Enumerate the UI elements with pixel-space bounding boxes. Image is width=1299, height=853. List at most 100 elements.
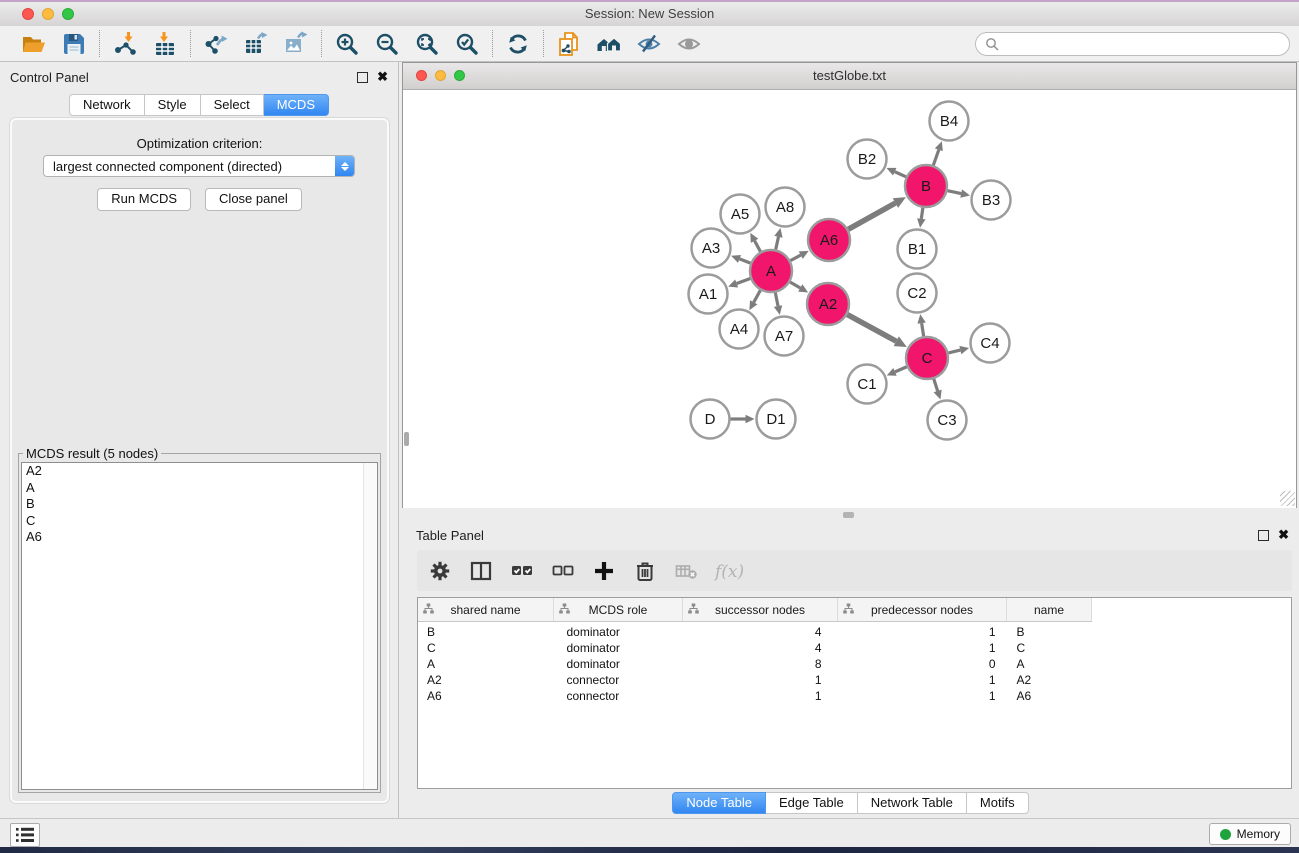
float-table-panel-button[interactable] xyxy=(1258,530,1269,541)
graph-edge-A-A4[interactable] xyxy=(749,290,760,310)
graph-edge-D-D1[interactable] xyxy=(731,415,755,424)
close-panel-button[interactable]: ✖ xyxy=(377,72,388,82)
zoom-selected-button[interactable] xyxy=(451,29,483,59)
select-all-button[interactable] xyxy=(507,557,537,585)
graph-node-B4[interactable]: B4 xyxy=(930,102,969,141)
column-header-MCDS-role[interactable]: MCDS role xyxy=(554,598,683,622)
column-header-successor-nodes[interactable]: successor nodes xyxy=(683,598,838,622)
save-session-button[interactable] xyxy=(58,29,90,59)
result-list-scrollbar[interactable] xyxy=(363,463,377,789)
graph-node-C1[interactable]: C1 xyxy=(848,365,887,404)
graph-edge-A2-C[interactable] xyxy=(847,315,906,347)
graph-node-A4[interactable]: A4 xyxy=(720,310,759,349)
graph-node-C[interactable]: C xyxy=(906,337,948,379)
tab-motifs[interactable]: Motifs xyxy=(967,792,1029,814)
graph-node-A1[interactable]: A1 xyxy=(689,275,728,314)
delete-table-button-disabled[interactable] xyxy=(671,557,701,585)
graph-edge-C-C1[interactable] xyxy=(887,367,907,376)
delete-column-button[interactable] xyxy=(630,557,660,585)
graph-node-A7[interactable]: A7 xyxy=(765,317,804,356)
show-panels-button[interactable] xyxy=(673,29,705,59)
graph-node-B2[interactable]: B2 xyxy=(848,140,887,179)
graph-node-B3[interactable]: B3 xyxy=(972,181,1011,220)
graph-node-C3[interactable]: C3 xyxy=(928,401,967,440)
float-panel-button[interactable] xyxy=(357,72,368,83)
result-item[interactable]: A6 xyxy=(22,529,377,546)
close-table-panel-button[interactable]: ✖ xyxy=(1278,530,1289,540)
hide-panels-button[interactable] xyxy=(633,29,665,59)
graph-node-A3[interactable]: A3 xyxy=(692,229,731,268)
zoom-out-button[interactable] xyxy=(371,29,403,59)
graph-edge-A-A1[interactable] xyxy=(728,279,750,288)
result-item[interactable]: C xyxy=(22,513,377,530)
zoom-network-button[interactable] xyxy=(454,70,465,81)
search-box[interactable] xyxy=(975,32,1290,56)
network-canvas[interactable]: B4B2BB3A8A5A6A3B1AA1C2A2A4A7C4CC1C3DD1 xyxy=(403,90,1296,508)
graph-node-C2[interactable]: C2 xyxy=(898,274,937,313)
graph-edge-C-C2[interactable] xyxy=(917,314,925,336)
table-row[interactable]: Bdominator41B xyxy=(418,622,1291,641)
graph-edge-B-B4[interactable] xyxy=(933,141,942,165)
graph-edge-B-B3[interactable] xyxy=(948,189,970,197)
result-item[interactable]: B xyxy=(22,496,377,513)
graph-edge-A6-B[interactable] xyxy=(848,197,906,229)
criterion-dropdown[interactable]: largest connected component (directed) xyxy=(43,155,355,177)
network-window-titlebar[interactable]: testGlobe.txt xyxy=(403,63,1296,90)
tab-style[interactable]: Style xyxy=(145,94,201,116)
graph-edge-A-A2[interactable] xyxy=(790,282,808,292)
graph-edge-B-B1[interactable] xyxy=(917,208,925,228)
column-visibility-button[interactable] xyxy=(466,557,496,585)
graph-node-A2[interactable]: A2 xyxy=(807,283,849,325)
column-header-shared-name[interactable]: shared name xyxy=(418,598,554,622)
deselect-all-button[interactable] xyxy=(548,557,578,585)
add-column-button[interactable] xyxy=(589,557,619,585)
graph-edge-A-A8[interactable] xyxy=(774,228,782,250)
graph-node-D[interactable]: D xyxy=(691,400,730,439)
import-network-button[interactable] xyxy=(109,29,141,59)
close-panel-action-button[interactable]: Close panel xyxy=(205,188,302,211)
tab-network-table[interactable]: Network Table xyxy=(858,792,967,814)
cytoscape-home-button[interactable] xyxy=(593,29,625,59)
result-item[interactable]: A xyxy=(22,480,377,497)
graph-node-A[interactable]: A xyxy=(750,250,792,292)
memory-button[interactable]: Memory xyxy=(1209,823,1291,845)
minimize-network-button[interactable] xyxy=(435,70,446,81)
result-item[interactable]: A2 xyxy=(22,463,377,480)
zoom-window-button[interactable] xyxy=(62,8,74,20)
table-row[interactable]: A2connector11A2 xyxy=(418,672,1291,688)
import-table-button[interactable] xyxy=(149,29,181,59)
graph-edge-B-B2[interactable] xyxy=(887,168,906,177)
export-image-button[interactable] xyxy=(280,29,312,59)
export-network-button[interactable] xyxy=(200,29,232,59)
table-settings-button[interactable] xyxy=(425,557,455,585)
network-from-selection-button[interactable] xyxy=(553,29,585,59)
graph-node-A8[interactable]: A8 xyxy=(766,188,805,227)
function-builder-button-disabled[interactable]: f(x) xyxy=(712,557,752,585)
export-table-button[interactable] xyxy=(240,29,272,59)
tab-node-table[interactable]: Node Table xyxy=(672,792,766,814)
table-row[interactable]: Cdominator41C xyxy=(418,640,1291,656)
vertical-scrollbar-thumb[interactable] xyxy=(404,432,409,446)
graph-edge-A-A6[interactable] xyxy=(790,251,808,261)
close-network-button[interactable] xyxy=(416,70,427,81)
horizontal-scrollbar-thumb[interactable] xyxy=(843,512,854,518)
graph-node-C4[interactable]: C4 xyxy=(971,324,1010,363)
tab-edge-table[interactable]: Edge Table xyxy=(766,792,858,814)
graph-node-A5[interactable]: A5 xyxy=(721,195,760,234)
graph-node-A6[interactable]: A6 xyxy=(808,219,850,261)
column-header-name[interactable]: name xyxy=(1007,598,1092,622)
column-header-predecessor-nodes[interactable]: predecessor nodes xyxy=(838,598,1007,622)
close-window-button[interactable] xyxy=(22,8,34,20)
window-resize-grip[interactable] xyxy=(1280,491,1295,506)
search-input[interactable] xyxy=(1004,36,1280,52)
table-row[interactable]: Adominator80A xyxy=(418,656,1291,672)
run-mcds-button[interactable]: Run MCDS xyxy=(97,188,191,211)
minimize-window-button[interactable] xyxy=(42,8,54,20)
table-row[interactable]: A6connector11A6 xyxy=(418,688,1291,704)
graph-edge-A-A3[interactable] xyxy=(731,255,750,263)
tab-select[interactable]: Select xyxy=(201,94,264,116)
open-file-button[interactable] xyxy=(18,29,50,59)
tab-network[interactable]: Network xyxy=(69,94,145,116)
graph-edge-C-C3[interactable] xyxy=(934,379,942,400)
graph-node-B1[interactable]: B1 xyxy=(898,230,937,269)
